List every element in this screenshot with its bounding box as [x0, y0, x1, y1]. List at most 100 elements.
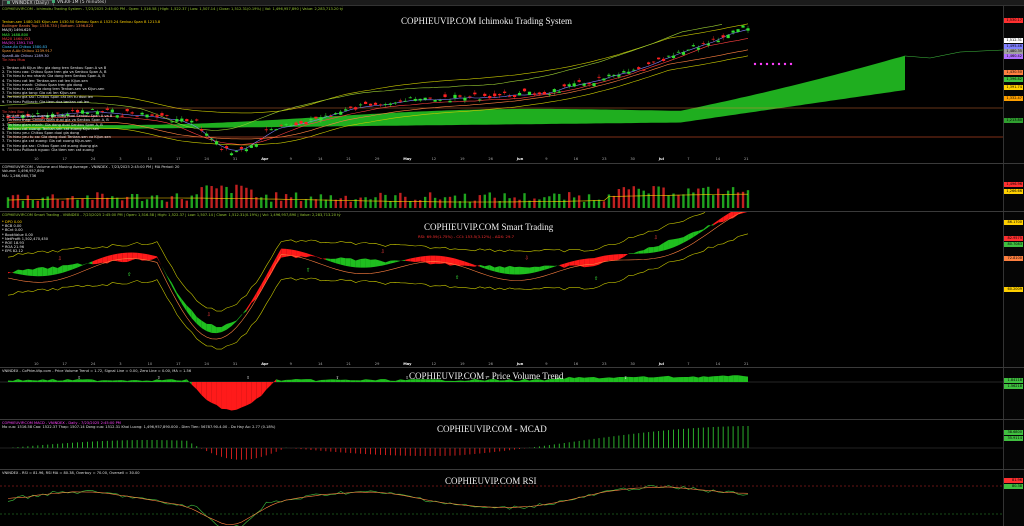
candle [627, 71, 631, 74]
volume-bar [667, 195, 670, 208]
candle [423, 97, 427, 100]
smart-band-segment [127, 252, 133, 262]
volume-axis[interactable]: 1,496.96 1,266.66 [1003, 164, 1024, 211]
date-axis[interactable]: 10 17 24 3 10 17 24 31 Apr 9 14 21 29 May 12 19 26 Jun 9 16… [0, 157, 1003, 163]
pvt-area-segment [122, 380, 128, 382]
pvt-area-segment [92, 379, 98, 382]
projection-dot [765, 62, 769, 66]
volume-bar [31, 199, 35, 208]
candle [716, 40, 720, 43]
smart-band-segment [430, 255, 436, 265]
pvt-area-segment [594, 376, 600, 382]
volume-bar [155, 195, 159, 208]
volume-bar [632, 186, 635, 208]
ichimoku-pane[interactable]: COPHIEUVIP.COM - Ichimoku Trading System… [0, 6, 1024, 164]
info-line: 8. Tin hieu gia sac: Chikou Span cat len… [2, 95, 94, 100]
volume-bar [409, 200, 412, 208]
candle [339, 111, 343, 115]
smart-band-segment [723, 213, 729, 222]
macd-axis[interactable]: 38.6800 35.9114 [1003, 420, 1024, 469]
candle [210, 138, 214, 140]
volume-bar [294, 192, 298, 208]
date-tick: 26 [488, 362, 493, 366]
volume-bar [389, 201, 392, 208]
smart-band-segment [479, 264, 485, 269]
smart-trading-pane[interactable]: ⇩ ⇧ ⇩ ⇧ ⇩ ⇧ ⇩ ⇧ ⇩ COPHIEUVIP.COM Smart Trading -… [0, 212, 1024, 368]
candle [363, 101, 368, 104]
candle [388, 103, 393, 105]
smart-band-segment [469, 263, 475, 267]
pvt-area-segment [17, 379, 23, 382]
smart-band-segment [623, 253, 629, 258]
date-tick: 7 [687, 362, 690, 366]
smart-band-segment [196, 316, 202, 329]
date-tick: 12 [431, 362, 437, 366]
pvt-axis[interactable]: 1.84118 1.56218 [1003, 368, 1024, 419]
smart-band-segment [385, 260, 391, 265]
smart-band-segment [663, 239, 669, 251]
pvt-area-segment [57, 380, 63, 382]
volume-bar [543, 197, 546, 208]
candle [190, 120, 194, 123]
volume-pane[interactable]: COPHIEUVIP.COM - Volume and Moving Avera… [0, 164, 1024, 212]
pvt-area-segment [12, 379, 18, 382]
pvt-area-segment [201, 382, 207, 401]
pvt-area-segment [142, 380, 148, 382]
date-tick: 30 [630, 362, 635, 366]
pvt-area-segment [320, 379, 326, 382]
smart-band-segment [67, 264, 73, 272]
smart-band-segment [713, 220, 719, 226]
candle [299, 121, 303, 124]
volume-bar [235, 184, 238, 208]
volume-bar [334, 199, 337, 208]
smart-band-segment [360, 258, 366, 268]
volume-bar [577, 195, 581, 208]
rsi-axis[interactable]: 81.96 80.38 [1003, 470, 1024, 526]
volume-bar [195, 194, 198, 208]
price-label: 1,266.66 [1004, 189, 1023, 194]
volume-bar [468, 201, 472, 208]
candle [120, 115, 124, 117]
smart-band-segment [445, 256, 451, 266]
candle [319, 117, 323, 121]
volume-bar [428, 192, 432, 208]
candle [602, 78, 606, 81]
volume-bar [339, 198, 342, 208]
smart-axis[interactable]: 86.1700 82.9575 80.7083 72.8100 60.2009 [1003, 212, 1024, 367]
smart-band-segment [559, 263, 565, 268]
signal-arrow: ⇩ [525, 255, 529, 261]
pvt-area-segment [276, 379, 282, 382]
smart-band-segment [435, 255, 441, 264]
info-line: 2. Tin hieu thap: Chikou Span duoi gia v… [2, 118, 109, 123]
candle [170, 121, 174, 123]
smart-band-segment [241, 308, 247, 316]
smart-title: COPHIEUVIP.COM Smart Trading [424, 222, 554, 232]
volume-bar [200, 187, 203, 208]
price-axis[interactable]: 1,530.17 1,512.31 1,495.46 1,480.35 1,460.42… [1003, 6, 1024, 163]
volume-bar [86, 195, 89, 208]
date-tick: 10 [34, 362, 39, 366]
candle [632, 69, 636, 71]
candle [115, 115, 119, 118]
volume-bar [314, 199, 318, 208]
smart-band-segment [708, 223, 714, 228]
pvt-area-segment [325, 379, 331, 382]
smart-band-segment [320, 258, 326, 260]
smart-band-segment [743, 212, 748, 214]
smart-band-segment [211, 324, 217, 334]
date-tick: 9 [545, 362, 548, 366]
pvt-area-segment [107, 380, 113, 382]
rsi-pane[interactable]: VNINDEX - RSI = 81.96, RSI MA = 80.38, O… [0, 470, 1024, 526]
candle [736, 29, 740, 32]
pvt-pane[interactable]: ⇧ ⇧ ⇧ ⇧ ⇧ ⇧ ⇧ ⇧ VNINDEX - CoPhieuVip.com - Pric… [0, 368, 1024, 420]
smart-subtitle: RSI: 69.59(1.75%) - CCI: 153.5(3.12%) - … [418, 234, 514, 239]
volume-bar [359, 197, 362, 208]
pvt-area-segment [370, 379, 376, 382]
pvt-area-segment [52, 379, 58, 382]
pvt-area-segment [708, 376, 714, 382]
macd-pane[interactable]: COPHIEUVIP.COM MACD - VNINDEX - Daily - … [0, 420, 1024, 470]
candle [468, 96, 472, 98]
smart-band-segment [8, 272, 13, 274]
smart-band-segment [216, 327, 222, 334]
candle [378, 104, 383, 106]
